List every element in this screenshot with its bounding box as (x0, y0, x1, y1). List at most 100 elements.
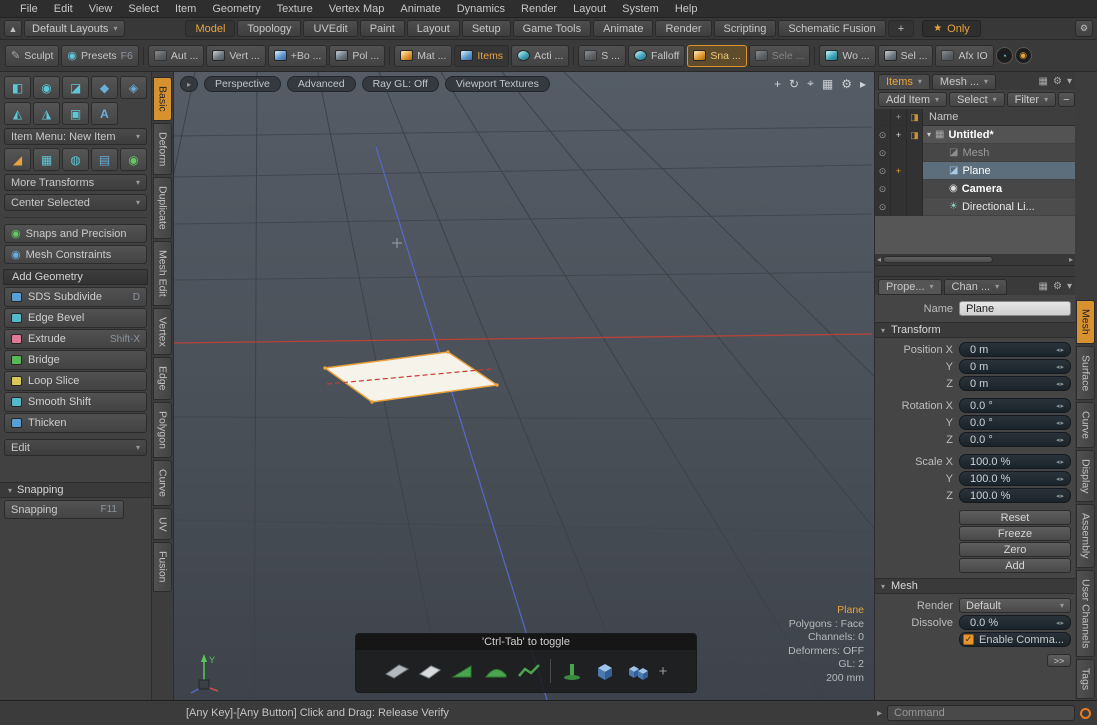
freeze-button[interactable]: Freeze (959, 526, 1071, 541)
add-button[interactable]: Add (959, 558, 1071, 573)
tool-selection-sets[interactable]: Sele ... (749, 45, 811, 67)
tool-afx-io[interactable]: Afx IO (935, 45, 993, 67)
spinner-icon[interactable]: ◂▸ (1056, 380, 1065, 388)
item-row-plane[interactable]: ⊙ + ◪ Plane (875, 162, 1075, 180)
tool-thicken[interactable]: Thicken (4, 413, 147, 433)
cube-primitive-icon[interactable] (593, 661, 617, 681)
tab-setup[interactable]: Setup (462, 20, 511, 37)
more-transforms-dropdown[interactable]: More Transforms ▾ (4, 174, 147, 191)
tab-fusion[interactable]: Fusion (153, 542, 172, 592)
menu-vertex-map[interactable]: Vertex Map (321, 0, 393, 18)
reset-button[interactable]: Reset (959, 510, 1071, 525)
tab-duplicate[interactable]: Duplicate (153, 177, 172, 239)
tool-falloff[interactable]: Falloff (628, 45, 685, 67)
cube-array-primitive-icon[interactable] (626, 661, 650, 681)
tool-polygons[interactable]: Pol ... (329, 45, 385, 67)
zigzag-primitive-icon[interactable] (517, 661, 541, 681)
tab-topology[interactable]: Topology (237, 20, 301, 37)
menu-layout[interactable]: Layout (565, 0, 614, 18)
transform-section-header[interactable]: ▾ Transform (875, 322, 1075, 338)
tool-bridge[interactable]: Bridge (4, 350, 147, 370)
tab-user-channels[interactable]: User Channels (1076, 570, 1095, 657)
item-row-camera[interactable]: ⊙ ◉ Camera (875, 180, 1075, 198)
render-preview-icon[interactable]: ◔ (996, 47, 1013, 64)
ramp-primitive-icon[interactable] (451, 661, 475, 681)
tool-loop-slice[interactable]: Loop Slice (4, 371, 147, 391)
spinner-icon[interactable]: ◂▸ (1056, 475, 1065, 483)
tab-scripting[interactable]: Scripting (714, 20, 777, 37)
tab-game-tools[interactable]: Game Tools (513, 20, 592, 37)
pin-icon[interactable]: + (891, 126, 907, 144)
raygl-toggle[interactable]: Ray GL: Off (362, 76, 439, 92)
pan-icon[interactable]: + (774, 77, 781, 91)
expand-panel-icon[interactable]: ▲ (4, 20, 22, 37)
viewport-gear-icon[interactable]: ⚙ (841, 77, 852, 91)
more-properties-button[interactable]: >> (1047, 654, 1071, 667)
props-chevron-icon[interactable]: ▾ (1067, 281, 1072, 292)
item-tree-empty-area[interactable] (875, 216, 1075, 254)
tab-tags[interactable]: Tags (1076, 659, 1095, 699)
eye-icon[interactable]: ⊙ (875, 126, 891, 144)
spinner-icon[interactable]: ◂▸ (1056, 419, 1065, 427)
dissolve-field[interactable]: 0.0 %◂▸ (959, 615, 1071, 630)
tab-uv[interactable]: UV (153, 508, 172, 541)
tab-render[interactable]: Render (655, 20, 711, 37)
snaps-and-precision-button[interactable]: ◉ Snaps and Precision (4, 224, 147, 243)
viewport-expand-icon[interactable]: ▸ (860, 77, 866, 91)
item-row-mesh[interactable]: ⊙ ◪ Mesh (875, 144, 1075, 162)
tool-auto-select[interactable]: Aut ... (148, 45, 204, 67)
spinner-icon[interactable]: ◂▸ (1056, 492, 1065, 500)
viewport-menu-icon[interactable]: ▸ (180, 76, 198, 92)
tab-uvedit[interactable]: UVEdit (303, 20, 357, 37)
select-dropdown[interactable]: Select ▾ (949, 92, 1005, 107)
item-row-untitled[interactable]: ⊙ + ◨ ▾ ▦ Untitled* (875, 126, 1075, 144)
tab-mesh-edit[interactable]: Mesh Edit (153, 241, 172, 306)
tool-vertices[interactable]: Vert ... (206, 45, 265, 67)
rotate-tool-icon[interactable]: ◉ (33, 76, 60, 99)
tab-curve-props[interactable]: Curve (1076, 402, 1095, 448)
rotation-x-field[interactable]: 0.0 °◂▸ (959, 398, 1071, 413)
spinner-icon[interactable]: ◂▸ (1056, 619, 1065, 627)
mesh-constraints-button[interactable]: ◉ Mesh Constraints (4, 245, 147, 264)
position-y-field[interactable]: 0 m◂▸ (959, 359, 1071, 374)
menu-edit[interactable]: Edit (46, 0, 81, 18)
panel-gear-icon[interactable]: ⚙ (1053, 76, 1062, 87)
tab-curve[interactable]: Curve (153, 460, 172, 506)
element-rotate-icon[interactable]: ◮ (33, 102, 60, 125)
layout-gear-icon[interactable]: ⚙ (1075, 20, 1093, 37)
tab-items[interactable]: Items ▾ (878, 74, 930, 90)
spinner-icon[interactable]: ◂▸ (1056, 402, 1065, 410)
menu-item[interactable]: Item (167, 0, 204, 18)
ball-tool-icon[interactable]: ◉ (120, 148, 147, 171)
move-tool-icon[interactable]: ◧ (4, 76, 31, 99)
tool-sds-subdivide[interactable]: SDS Subdivide D (4, 287, 147, 307)
element-move-icon[interactable]: ◭ (4, 102, 31, 125)
grid-icon[interactable]: ▦ (822, 77, 833, 91)
scrollbar-thumb[interactable] (883, 256, 993, 263)
add-palette-item-icon[interactable]: + (659, 663, 668, 680)
tool-snapping[interactable]: Sna ... (687, 45, 746, 67)
item-row-directional-light[interactable]: ⊙ ☀ Directional Li... (875, 198, 1075, 216)
item-menu-dropdown[interactable]: Item Menu: New Item ▾ (4, 128, 147, 145)
tab-channels[interactable]: Chan ... ▾ (944, 279, 1008, 295)
tool-items[interactable]: Items (454, 45, 509, 67)
scale-z-field[interactable]: 100.0 %◂▸ (959, 488, 1071, 503)
zero-button[interactable]: Zero (959, 542, 1071, 557)
snapping-button[interactable]: Snapping F11 (4, 500, 124, 519)
spinner-icon[interactable]: ◂▸ (1056, 363, 1065, 371)
perspective-dropdown[interactable]: Perspective (204, 76, 281, 92)
transform-tool-icon[interactable]: ◆ (91, 76, 118, 99)
add-layout-tab-button[interactable]: + (888, 20, 914, 37)
item-tree-hscrollbar[interactable]: ◂ ▸ (875, 254, 1075, 265)
tab-surface[interactable]: Surface (1076, 346, 1095, 400)
tool-boundary[interactable]: +Bo ... (268, 45, 328, 67)
tool-materials[interactable]: Mat ... (394, 45, 452, 67)
arrow-primitive-icon[interactable] (385, 661, 409, 681)
shading-dropdown[interactable]: Advanced (287, 76, 356, 92)
eye-icon[interactable]: ⊙ (875, 180, 891, 198)
mesh-section-header[interactable]: ▾ Mesh (875, 578, 1075, 594)
drop-action-icon[interactable]: ◈ (120, 76, 147, 99)
viewport-3d[interactable]: ▸ Perspective Advanced Ray GL: Off Viewp… (174, 72, 874, 700)
spinner-icon[interactable]: ◂▸ (1056, 436, 1065, 444)
orbit-icon[interactable]: ↻ (789, 77, 799, 91)
